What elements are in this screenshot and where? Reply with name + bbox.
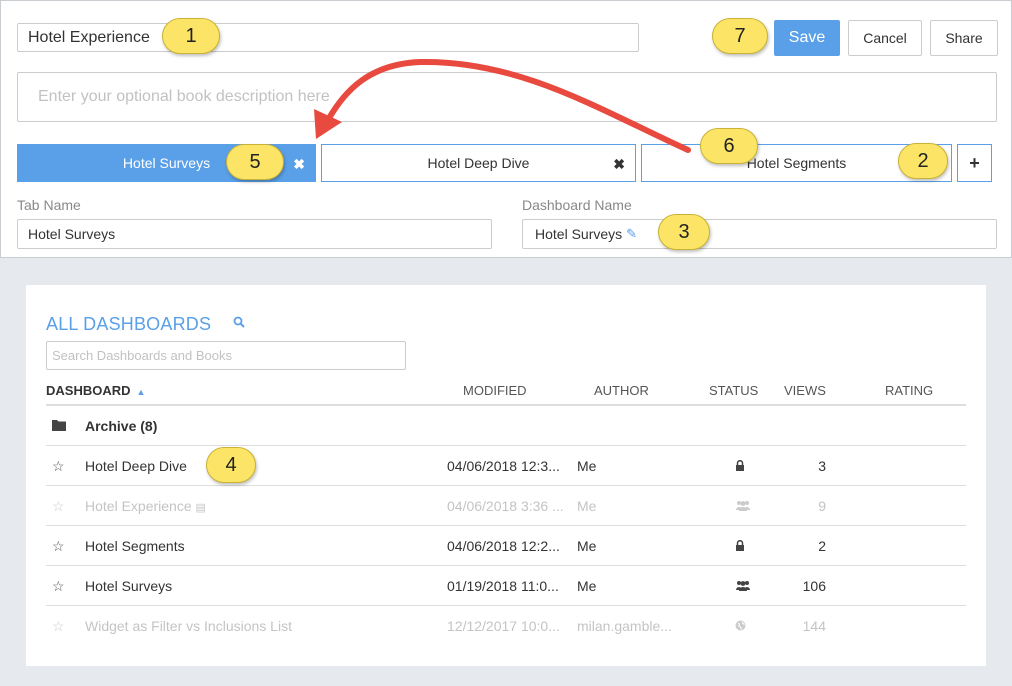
callout-badge-4: 4: [206, 447, 256, 483]
callout-badge-6: 6: [700, 128, 758, 164]
callout-badge-3: 3: [658, 214, 710, 250]
callout-badge-2: 2: [898, 143, 948, 179]
annotation-arrow: [314, 58, 691, 153]
callout-badge-1: 1: [162, 18, 220, 54]
callout-badge-7: 7: [712, 18, 768, 54]
callout-badge-5: 5: [226, 144, 284, 180]
